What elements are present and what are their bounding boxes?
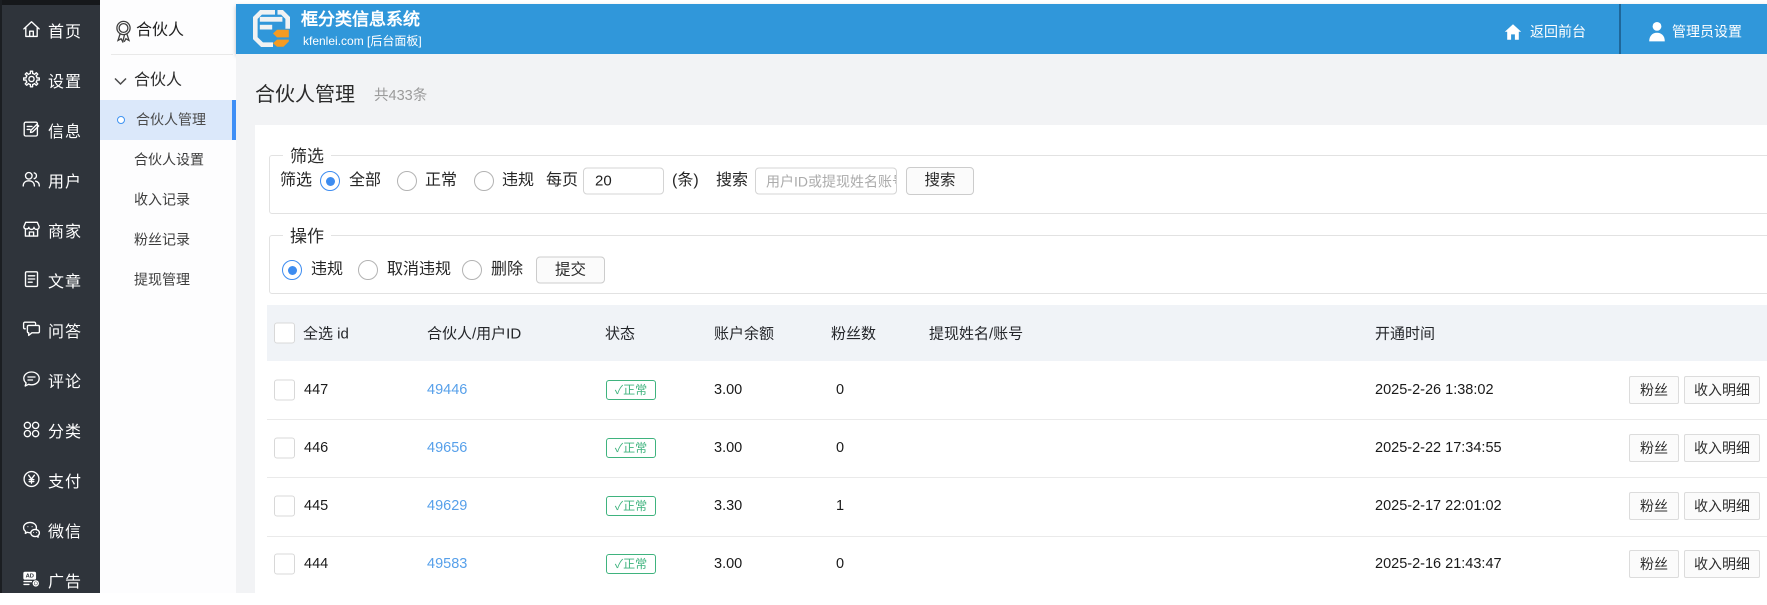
svg-text:AD: AD: [26, 574, 34, 580]
